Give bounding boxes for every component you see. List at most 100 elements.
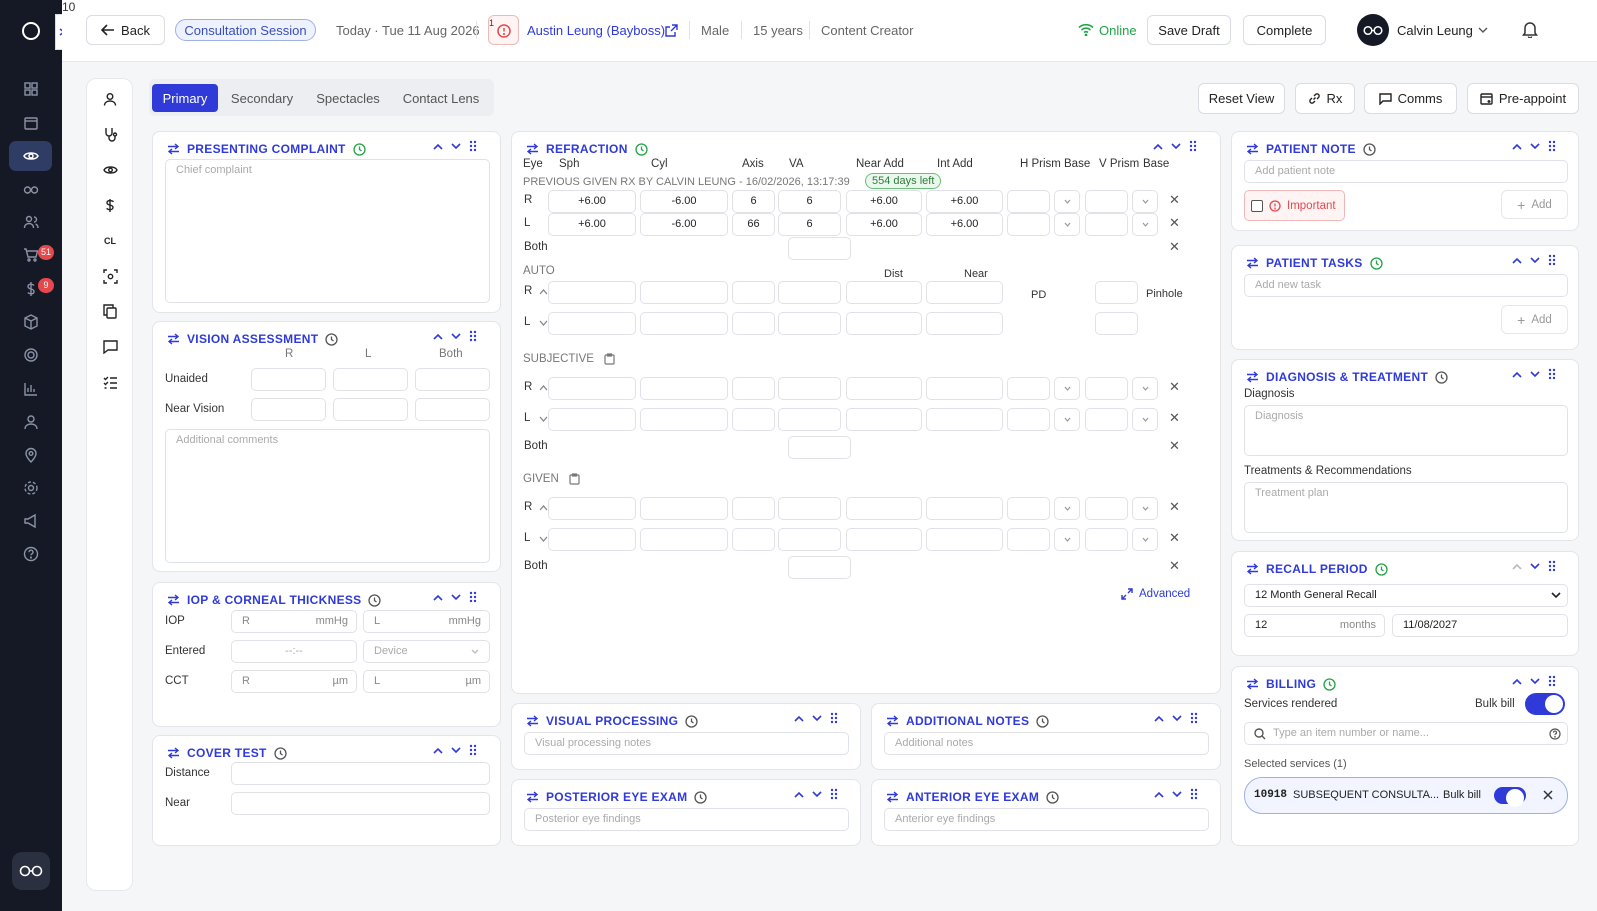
comms-button[interactable]: Comms [1364, 83, 1457, 114]
auto-l-field-4[interactable] [846, 312, 922, 335]
chevron-down-icon[interactable] [451, 142, 461, 150]
service-bulk-toggle[interactable] [1494, 787, 1526, 807]
subj-both-clear-icon[interactable]: ✕ [1169, 438, 1180, 454]
history-icon[interactable] [1375, 562, 1388, 576]
dashboard-icon[interactable] [9, 74, 52, 104]
subj-l-field-0[interactable] [548, 408, 636, 431]
swap-icon[interactable] [1246, 563, 1259, 575]
tab-spectacles[interactable]: Spectacles [306, 84, 390, 112]
chevron-down-icon[interactable] [1530, 142, 1540, 150]
clipboard-icon[interactable] [604, 353, 615, 365]
given-r-prism-0[interactable] [1007, 497, 1050, 520]
help-icon[interactable] [9, 539, 52, 569]
help-icon[interactable] [1549, 728, 1561, 740]
given-l-clear-icon[interactable]: ✕ [1169, 530, 1180, 546]
history-icon[interactable] [353, 142, 366, 156]
swap-icon[interactable] [1246, 678, 1259, 690]
selected-service-item[interactable]: 10918 SUBSEQUENT CONSULTA... Bulk bill [1244, 777, 1568, 814]
subj-l-base-select-1[interactable] [1054, 408, 1080, 431]
add-task-button[interactable]: + Add [1501, 305, 1568, 334]
history-icon[interactable] [1036, 714, 1049, 728]
user-icon[interactable] [9, 407, 52, 437]
important-toggle[interactable]: Important [1244, 190, 1345, 221]
advanced-link[interactable]: Advanced [1121, 588, 1190, 600]
subj-r-prism-0[interactable] [1007, 377, 1050, 400]
auto-l-pinhole[interactable] [1095, 312, 1138, 335]
swap-icon[interactable] [167, 747, 180, 759]
auto-r-field-5[interactable] [926, 281, 1003, 304]
prev-r-field-1[interactable]: -6.00 [640, 190, 728, 213]
drag-handle-icon[interactable] [1189, 140, 1197, 152]
chevron-up-icon[interactable] [1154, 791, 1164, 798]
drag-handle-icon[interactable] [1548, 560, 1556, 572]
chevron-down-icon[interactable] [1172, 790, 1182, 798]
iop-l-input[interactable]: LmmHg [363, 610, 490, 633]
chat-icon[interactable] [101, 338, 119, 356]
drag-handle-icon[interactable] [1548, 254, 1556, 266]
drag-handle-icon[interactable] [469, 140, 477, 152]
patient-name-link[interactable]: Austin Leung (Bayboss) [527, 23, 665, 38]
chevron-up-icon[interactable] [433, 143, 443, 150]
auto-l-field-0[interactable] [548, 312, 636, 335]
auto-r-field-2[interactable] [732, 281, 775, 304]
chevron-up-icon[interactable] [433, 594, 443, 601]
auto-l-field-2[interactable] [732, 312, 775, 335]
history-icon[interactable] [1363, 142, 1376, 156]
chevron-down-icon[interactable] [812, 790, 822, 798]
glasses-icon[interactable] [9, 174, 52, 204]
unaided-r-input[interactable] [251, 368, 326, 391]
chevron-up-icon[interactable] [1512, 678, 1522, 685]
given-both-clear-icon[interactable]: ✕ [1169, 558, 1180, 574]
drag-handle-icon[interactable] [1548, 675, 1556, 687]
prev-both-va[interactable] [788, 237, 851, 260]
given-l-field-0[interactable] [548, 528, 636, 551]
prev-l-field-0[interactable]: +6.00 [548, 213, 636, 236]
anterior-eye-input[interactable]: Anterior eye findings [884, 808, 1209, 831]
drag-handle-icon[interactable] [469, 744, 477, 756]
history-icon[interactable] [1046, 790, 1059, 804]
given-r-field-4[interactable] [846, 497, 922, 520]
given-r-prism-2[interactable] [1085, 497, 1128, 520]
auto-l-field-3[interactable] [778, 312, 841, 335]
subj-r-field-1[interactable] [640, 377, 728, 400]
complete-button[interactable]: Complete [1243, 15, 1326, 45]
subj-l-prism-0[interactable] [1007, 408, 1050, 431]
prev-r-prism-0[interactable] [1007, 190, 1050, 213]
auto-l-field-5[interactable] [926, 312, 1003, 335]
unaided-l-input[interactable] [333, 368, 408, 391]
add-note-button[interactable]: + Add [1501, 190, 1568, 219]
given-l-field-5[interactable] [926, 528, 1003, 551]
subj-r-field-5[interactable] [926, 377, 1003, 400]
swap-icon[interactable] [1246, 371, 1259, 383]
given-r-field-2[interactable] [732, 497, 775, 520]
prev-l-clear-icon[interactable]: ✕ [1169, 215, 1180, 231]
tab-secondary[interactable]: Secondary [222, 84, 302, 112]
chevron-up-icon[interactable] [794, 715, 804, 722]
history-icon[interactable] [325, 332, 339, 346]
prev-r-field-4[interactable]: +6.00 [846, 190, 922, 213]
vision-comments-input[interactable]: Additional comments [165, 429, 490, 563]
bulk-bill-toggle[interactable] [1525, 693, 1565, 715]
near-r-input[interactable] [251, 398, 326, 421]
chevron-up-icon[interactable] [1512, 143, 1522, 150]
given-r-field-0[interactable] [548, 497, 636, 520]
subj-l-field-5[interactable] [926, 408, 1003, 431]
subj-r-field-3[interactable] [778, 377, 841, 400]
reports-icon[interactable] [9, 374, 52, 404]
swap-icon[interactable] [167, 143, 180, 155]
clipboard-icon[interactable] [569, 473, 580, 485]
cl-icon[interactable]: CL [101, 232, 119, 250]
recall-date-input[interactable]: 11/08/2027 [1392, 614, 1568, 637]
chevron-down-icon[interactable] [451, 332, 461, 340]
chief-complaint-input[interactable]: Chief complaint [165, 159, 490, 303]
chevron-up-icon[interactable] [1512, 371, 1522, 378]
subj-r-base-select-1[interactable] [1054, 377, 1080, 400]
chevron-down-icon[interactable] [451, 593, 461, 601]
auto-r-collapse-chevron[interactable] [539, 289, 548, 295]
subj-r-field-4[interactable] [846, 377, 922, 400]
swap-icon[interactable] [1246, 257, 1259, 269]
chevron-down-icon[interactable] [451, 746, 461, 754]
given-l-prism-2[interactable] [1085, 528, 1128, 551]
reset-view-button[interactable]: Reset View [1198, 83, 1285, 114]
auto-r-field-4[interactable] [846, 281, 922, 304]
